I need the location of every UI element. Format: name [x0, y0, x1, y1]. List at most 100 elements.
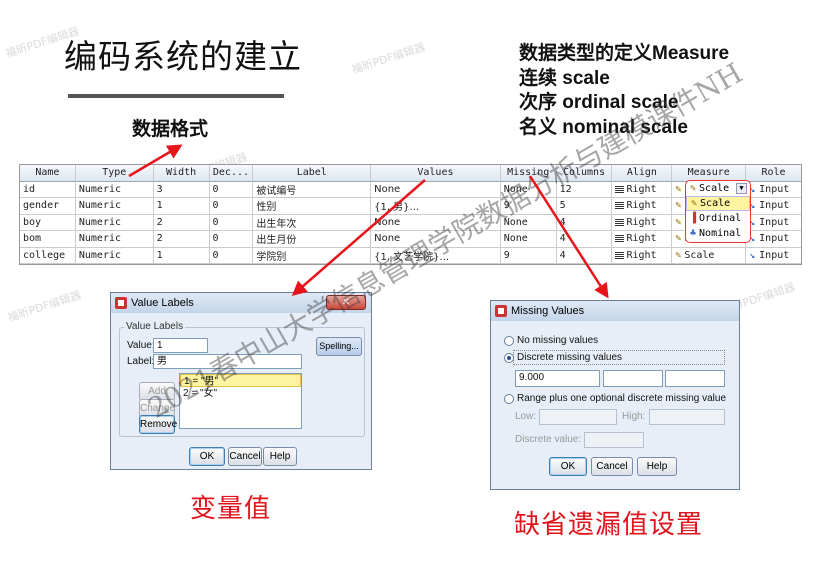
cell-label[interactable]: 出生月份	[253, 231, 372, 247]
spelling-button[interactable]: Spelling...	[316, 337, 362, 356]
cell-label[interactable]: 被试编号	[253, 181, 372, 197]
watermark: 福昕PDF编辑器	[6, 288, 83, 325]
cell-decimals[interactable]: 0	[210, 181, 254, 197]
cell-decimals[interactable]: 0	[210, 247, 254, 263]
types-heading: 数据类型的定义Measure	[519, 43, 730, 64]
slide-title: 编码系统的建立	[64, 37, 302, 76]
discrete-value-1[interactable]: 9.000	[515, 370, 600, 387]
low-label: Low:	[515, 411, 537, 422]
cell-label[interactable]: 性别	[253, 198, 372, 214]
measure-option-nominal[interactable]: ♣ Nominal	[686, 226, 750, 241]
cell-align[interactable]: Right	[612, 181, 673, 197]
ruler-icon: ✎	[675, 249, 682, 261]
nominal-shapes-icon: ♣	[690, 228, 697, 239]
cell-type[interactable]: Numeric	[76, 214, 154, 230]
dialog-titlebar: Missing Values	[491, 301, 739, 321]
cell-role[interactable]: ↘ Input	[746, 198, 801, 214]
chevron-down-icon[interactable]: ▼	[736, 183, 747, 194]
cell-role[interactable]: ↘ Input	[746, 182, 801, 198]
cell-type[interactable]: Numeric	[76, 247, 154, 263]
cell-role[interactable]: ↘ Input	[746, 231, 801, 247]
measure-dropdown[interactable]: ✎ Scale ▼ ✎ Scale ▐ Ordinal ♣ Nominal	[685, 180, 751, 243]
cell-role[interactable]: ↘ Input	[746, 248, 801, 264]
header-name[interactable]: Name	[20, 165, 76, 181]
range-radio[interactable]	[504, 394, 514, 404]
cell-type[interactable]: Numeric	[76, 181, 154, 197]
table-row: idNumeric30被试编号NoneNone12Right✎Scale↘Inp…	[20, 181, 801, 198]
missing-values-dialog: Missing Values No missing values Discret…	[490, 300, 740, 490]
watermark: 福昕PDF编辑器	[350, 40, 427, 77]
cell-label[interactable]: 出生年次	[253, 214, 372, 230]
ruler-icon: ✎	[675, 233, 682, 245]
app-icon	[495, 305, 507, 317]
measure-option-scale[interactable]: ✎ Scale	[686, 196, 750, 211]
cell-role[interactable]: ↘ Input	[746, 215, 801, 231]
ordinal-bars-icon: ▐	[690, 213, 697, 224]
high-label: High:	[622, 411, 646, 422]
table-row: genderNumeric10性别{1, 男}...95Right✎Scale↘…	[20, 198, 801, 215]
discrete-value-input[interactable]	[584, 432, 644, 448]
measure-option-ordinal[interactable]: ▐ Ordinal	[686, 211, 750, 226]
cell-name[interactable]: gender	[20, 198, 76, 214]
header-role[interactable]: Role	[746, 165, 801, 181]
cancel-button[interactable]: Cancel	[228, 447, 262, 466]
cell-label[interactable]: 学院别	[253, 247, 372, 263]
label-field-label: Label:	[127, 356, 155, 367]
cell-name[interactable]: bom	[20, 231, 76, 247]
value-input[interactable]: 1	[153, 338, 208, 353]
cell-missing[interactable]: 9	[501, 247, 557, 263]
header-values[interactable]: Values	[371, 165, 501, 181]
header-width[interactable]: Width	[154, 165, 210, 181]
cell-width[interactable]: 2	[154, 231, 210, 247]
cell-columns[interactable]: 4	[557, 247, 613, 263]
table-row: boyNumeric20出生年次NoneNone4Right✎Scale↘Inp…	[20, 214, 801, 231]
cell-align[interactable]: Right	[612, 198, 673, 214]
discrete-value-3[interactable]	[665, 370, 725, 387]
cell-decimals[interactable]: 0	[210, 231, 254, 247]
header-label[interactable]: Label	[253, 165, 372, 181]
header-measure[interactable]: Measure	[672, 165, 747, 181]
ruler-icon: ✎	[675, 216, 682, 228]
cell-type[interactable]: Numeric	[76, 198, 154, 214]
help-button[interactable]: Help	[263, 447, 297, 466]
cell-columns[interactable]: 4	[557, 214, 613, 230]
align-right-icon	[615, 202, 625, 210]
cell-decimals[interactable]: 0	[210, 198, 254, 214]
ok-button[interactable]: OK	[189, 447, 225, 466]
header-decimals[interactable]: Dec...	[210, 165, 254, 181]
cell-align[interactable]: Right	[612, 214, 673, 230]
discrete-value-2[interactable]	[603, 370, 663, 387]
no-missing-label: No missing values	[517, 335, 599, 346]
cell-columns[interactable]: 5	[557, 198, 613, 214]
app-icon	[115, 297, 127, 309]
cell-width[interactable]: 2	[154, 214, 210, 230]
cell-width[interactable]: 1	[154, 247, 210, 263]
cell-align[interactable]: Right	[612, 231, 673, 247]
align-right-icon	[615, 235, 625, 243]
align-right-icon	[615, 185, 625, 193]
ok-button[interactable]: OK	[549, 457, 587, 476]
no-missing-radio[interactable]	[504, 336, 514, 346]
cell-name[interactable]: id	[20, 181, 76, 197]
grid-header-row: Name Type Width Dec... Label Values Miss…	[20, 165, 801, 182]
cell-columns[interactable]: 4	[557, 231, 613, 247]
caption-value-labels: 变量值	[190, 494, 272, 524]
cell-align[interactable]: Right	[612, 247, 673, 263]
cell-name[interactable]: boy	[20, 214, 76, 230]
cell-name[interactable]: college	[20, 247, 76, 263]
header-type[interactable]: Type	[76, 165, 154, 181]
cell-missing[interactable]: None	[501, 231, 557, 247]
group-label: Value Labels	[124, 321, 186, 332]
cell-type[interactable]: Numeric	[76, 231, 154, 247]
cell-decimals[interactable]: 0	[210, 214, 254, 230]
low-input[interactable]	[539, 409, 617, 425]
high-input[interactable]	[649, 409, 725, 425]
discrete-value-label: Discrete value:	[515, 434, 582, 445]
cell-width[interactable]: 3	[154, 181, 210, 197]
help-button[interactable]: Help	[637, 457, 677, 476]
cancel-button[interactable]: Cancel	[591, 457, 633, 476]
discrete-missing-radio[interactable]	[504, 353, 514, 363]
cell-width[interactable]: 1	[154, 198, 210, 214]
cell-measure[interactable]: ✎Scale	[672, 247, 747, 263]
header-align[interactable]: Align	[612, 165, 673, 181]
